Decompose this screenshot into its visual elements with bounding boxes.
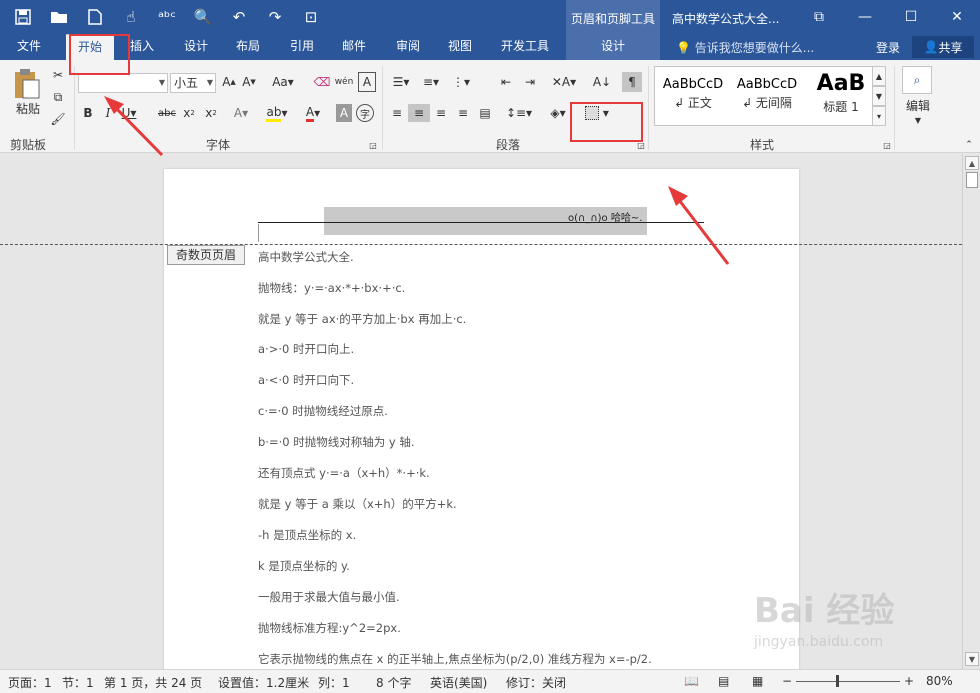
watermark-brand: Bai 经验 — [754, 591, 895, 631]
baidu-jingyan-watermark: Bai 经验 jingyan.baidu.com — [754, 583, 964, 669]
word-window: ☝ ᵃᵇᶜ 🔍 ↶ ↷ ⊡ 页眉和页脚工具 高中数学公式大全... ⧉ — ☐ … — [0, 0, 980, 693]
arrow-to-home-tab — [104, 96, 164, 157]
watermark-url: jingyan.baidu.com — [754, 634, 884, 650]
arrow-to-header — [668, 186, 730, 265]
